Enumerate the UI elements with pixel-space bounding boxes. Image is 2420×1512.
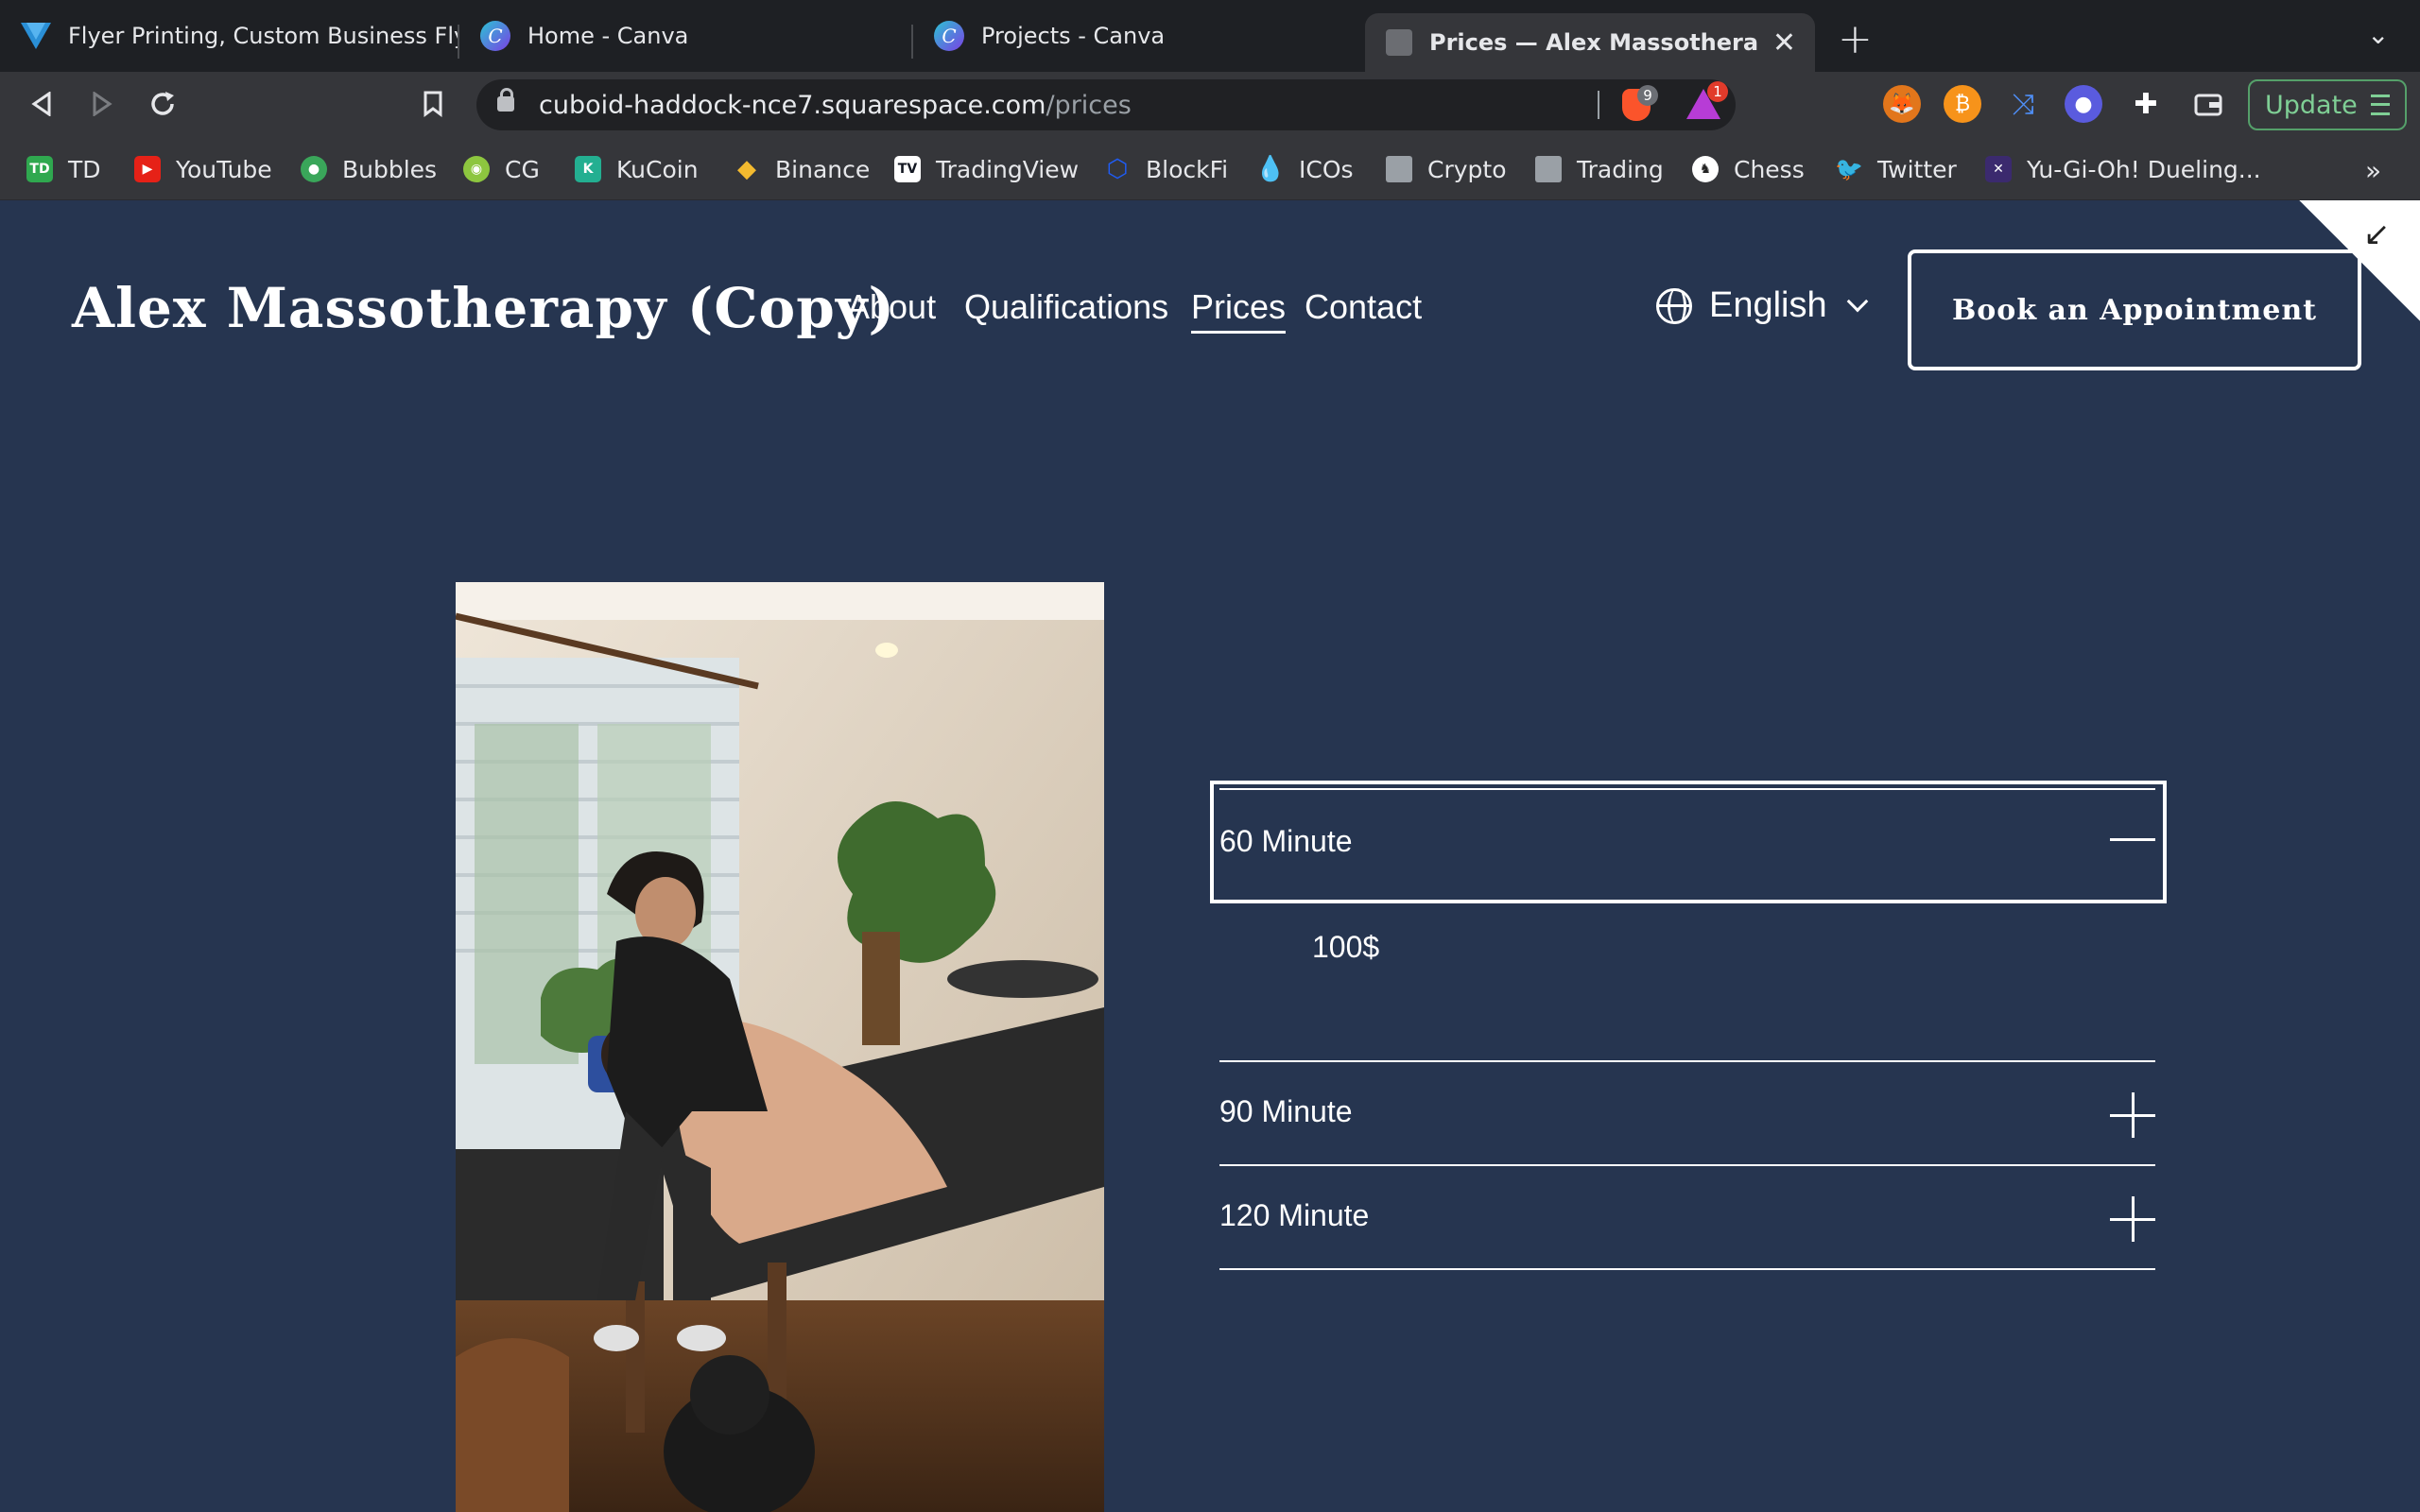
accordion-divider <box>1219 788 2155 790</box>
bookmark-page-button[interactable] <box>412 83 454 125</box>
update-button[interactable]: Update <box>2248 79 2407 130</box>
bookmark-twitter[interactable]: 🐦 Twitter <box>1835 151 1957 187</box>
yugioh-icon: ✕ <box>1985 156 2012 182</box>
canva-icon: C <box>480 21 510 51</box>
vistaprint-icon <box>21 21 51 51</box>
forward-button[interactable] <box>81 83 123 125</box>
bookmark-icos[interactable]: 💧 ICOs <box>1254 151 1354 187</box>
reload-icon <box>151 92 174 115</box>
chess-icon: ♞ <box>1692 156 1719 182</box>
extension-arrows-icon[interactable]: ⤨ <box>2004 85 2042 123</box>
new-tab-button[interactable]: + <box>1838 15 1873 63</box>
bitcoin-wallet-icon[interactable]: ₿ <box>1944 85 1981 123</box>
bookmark-youtube[interactable]: ▶ YouTube <box>134 151 272 187</box>
close-tab-icon[interactable]: ✕ <box>1772 26 1796 60</box>
bookmark-kucoin[interactable]: K KuCoin <box>575 151 699 187</box>
bookmark-blockfi[interactable]: ⬡ BlockFi <box>1104 151 1228 187</box>
wallet-icon[interactable] <box>2189 85 2227 123</box>
bookmark-tradingview[interactable]: TV TradingView <box>894 151 1079 187</box>
metamask-icon[interactable]: 🦊 <box>1883 85 1921 123</box>
bookmark-bubbles[interactable]: ● Bubbles <box>301 151 437 187</box>
omnibox-separator <box>1598 91 1599 119</box>
binance-icon: ◆ <box>737 155 756 183</box>
chevron-down-icon <box>1846 290 1868 312</box>
td-icon: TD <box>26 156 53 182</box>
tab-canva-home[interactable]: C Home - Canva <box>459 0 913 72</box>
extensions-puzzle-icon[interactable]: ✚ <box>2127 85 2165 123</box>
price-60-minute: 100$ <box>1312 930 1380 964</box>
exit-preview-arrow-icon[interactable]: ↙ <box>2363 215 2391 253</box>
accordion-divider <box>1219 1164 2155 1166</box>
bookmark-trading[interactable]: Trading <box>1535 151 1664 187</box>
tab-search-chevron-icon[interactable]: ⌄ <box>2367 19 2389 50</box>
nav-prices[interactable]: Prices <box>1191 287 1287 334</box>
brave-rewards-icon[interactable]: 1 <box>1686 81 1728 119</box>
reload-button[interactable] <box>142 83 183 125</box>
accordion-title-60-minute[interactable]: 60 Minute <box>1219 824 1353 859</box>
nav-contact[interactable]: Contact <box>1305 287 1422 327</box>
expand-plus-icon[interactable] <box>2110 1092 2155 1138</box>
massage-photo <box>456 582 1104 1512</box>
tradingview-icon: TV <box>894 156 921 182</box>
bookmark-binance[interactable]: ◆ Binance <box>734 151 870 187</box>
accordion-item-60-minute-focused[interactable] <box>1210 781 2167 903</box>
nav-about[interactable]: About <box>847 287 936 327</box>
forward-arrow-icon <box>93 92 112 116</box>
bookmark-cg[interactable]: ◉ CG <box>463 151 540 187</box>
folder-icon <box>1535 156 1562 182</box>
brave-shield-icon[interactable]: 9 <box>1622 85 1658 121</box>
more-bookmarks-icon[interactable]: » <box>2365 155 2381 186</box>
bookmark-crypto[interactable]: Crypto <box>1386 151 1507 187</box>
url-text[interactable]: cuboid-haddock-nce7.squarespace.com/pric… <box>539 91 1132 120</box>
nav-qualifications[interactable]: Qualifications <box>964 287 1168 327</box>
bookmark-icon <box>424 91 442 117</box>
book-appointment-button[interactable]: Book an Appointment <box>1908 249 2361 370</box>
back-arrow-icon <box>31 92 51 116</box>
tab-strip: Flyer Printing, Custom Business Flye C H… <box>0 0 2420 72</box>
youtube-icon: ▶ <box>134 156 161 182</box>
tab-flyer-printing[interactable]: Flyer Printing, Custom Business Flye <box>0 0 458 72</box>
drop-icon: 💧 <box>1254 155 1287 183</box>
accordion-title-120-minute[interactable]: 120 Minute <box>1219 1198 1369 1233</box>
blockfi-icon: ⬡ <box>1106 155 1129 183</box>
accordion-divider <box>1219 1268 2155 1270</box>
browser-toolbar: cuboid-haddock-nce7.squarespace.com/pric… <box>0 72 2420 138</box>
twitter-icon: 🐦 <box>1835 156 1863 182</box>
website-page: Alex Massotherapy (Copy) About Qualifica… <box>0 200 2420 1512</box>
site-title[interactable]: Alex Massotherapy (Copy) <box>72 276 895 340</box>
folder-icon <box>1386 156 1412 182</box>
address-bar[interactable]: cuboid-haddock-nce7.squarespace.com/pric… <box>476 79 1736 130</box>
bookmarks-bar: TD TD ▶ YouTube ● Bubbles ◉ CG K KuCoin ◆ Bina… <box>0 138 2420 200</box>
tab-prices-active[interactable]: Prices — Alex Massotherapy (C ✕ <box>1365 13 1815 72</box>
accordion-divider <box>1219 1060 2155 1062</box>
editor-corner-tab[interactable] <box>2299 200 2420 321</box>
lock-icon <box>497 88 514 112</box>
bookmark-yugioh[interactable]: ✕ Yu-Gi-Oh! Dueling... <box>1985 151 2261 187</box>
back-button[interactable] <box>21 83 62 125</box>
massage-session-image <box>456 582 1104 1512</box>
squarespace-icon <box>1386 29 1412 56</box>
language-selector[interactable]: English <box>1656 285 1868 326</box>
menu-icon <box>2371 94 2390 115</box>
collapse-minus-icon[interactable] <box>2110 838 2155 841</box>
bookmark-td[interactable]: TD TD <box>26 151 101 187</box>
globe-icon <box>1656 287 1692 324</box>
accordion-title-90-minute[interactable]: 90 Minute <box>1219 1094 1353 1129</box>
bubbles-icon: ● <box>301 156 327 182</box>
kucoin-icon: K <box>575 156 601 182</box>
bookmark-chess[interactable]: ♞ Chess <box>1692 151 1805 187</box>
tab-canva-projects[interactable]: C Projects - Canva <box>913 0 1367 72</box>
coingecko-icon: ◉ <box>463 156 490 182</box>
canva-icon: C <box>934 21 964 51</box>
extension-ghost-icon[interactable]: ● <box>2065 85 2102 123</box>
expand-plus-icon[interactable] <box>2110 1196 2155 1242</box>
